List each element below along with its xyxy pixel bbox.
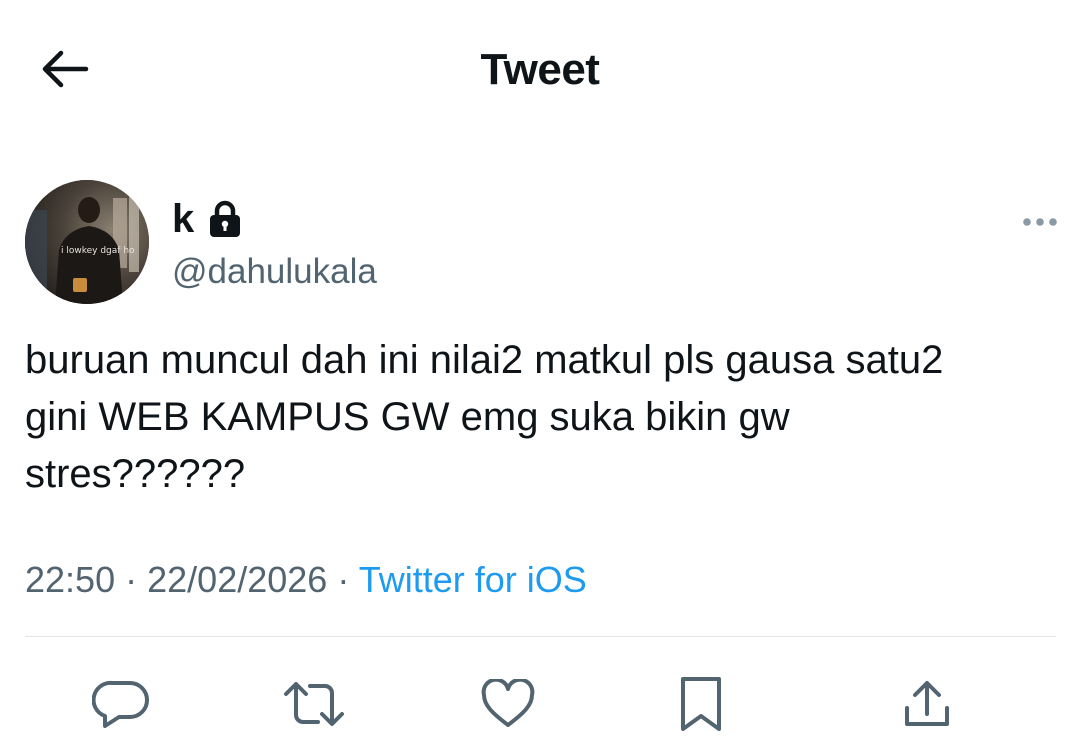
heart-icon <box>481 679 535 727</box>
more-options-button[interactable] <box>1016 208 1064 236</box>
retweet-button[interactable] <box>274 664 354 744</box>
tweet-date: 22/02/2026 <box>147 559 328 600</box>
divider <box>25 636 1056 637</box>
tweet-text: buruan muncul dah ini nilai2 matkul pls … <box>25 338 944 496</box>
author-name-row: k <box>172 194 242 244</box>
avatar-caption: i lowkey dgaf ho <box>61 246 135 256</box>
top-bar: Tweet <box>0 0 1080 140</box>
lock-icon <box>210 200 241 237</box>
tweet-time: 22:50 <box>25 559 116 600</box>
share-button[interactable] <box>887 664 967 744</box>
bookmark-icon <box>681 677 721 731</box>
like-button[interactable] <box>468 664 548 744</box>
avatar[interactable]: i lowkey dgaf ho <box>25 180 149 304</box>
meta-separator: · <box>125 559 138 600</box>
meta-separator: · <box>337 559 350 600</box>
avatar-image <box>25 180 149 304</box>
page-title: Tweet <box>480 45 600 94</box>
tweet-source-link[interactable]: Twitter for iOS <box>359 559 587 600</box>
display-name[interactable]: k <box>172 195 194 243</box>
retweet-icon <box>284 682 344 726</box>
bookmark-button[interactable] <box>661 664 741 744</box>
more-horizontal-icon <box>1023 218 1057 226</box>
reply-icon <box>92 680 149 728</box>
author-handle[interactable]: @dahulukala <box>172 250 377 294</box>
tweet-meta: 22:50 · 22/02/2026 · Twitter for iOS <box>25 556 587 604</box>
share-icon <box>905 681 949 726</box>
reply-button[interactable] <box>81 664 161 744</box>
action-bar <box>0 664 1080 744</box>
